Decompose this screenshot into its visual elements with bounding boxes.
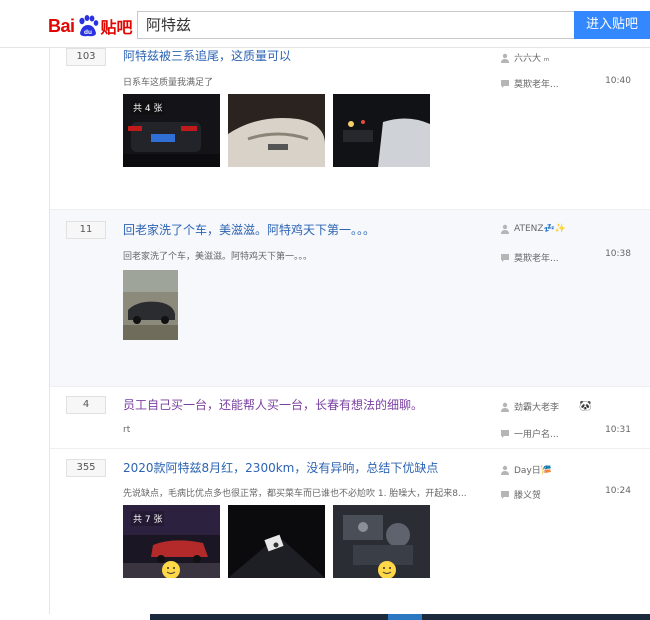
- reply-count-badge: 4: [66, 396, 106, 414]
- thread-row: 11 回老家洗了个车，美滋滋。阿特鸡天下第一。。。 ATENZ💤✨ 回老家洗了个…: [50, 210, 650, 387]
- thread-list: 103 阿特兹被三系追尾，这质量可以 六六大 ₘ 日系车这质量我满足了 莫欺老年…: [49, 48, 650, 614]
- thread-row: 355 2020款阿特兹8月红，2300km，没有异响，总结下优缺点 Day日🎏…: [50, 449, 650, 614]
- last-reply-name: 莫欺老年...: [514, 80, 559, 90]
- thread-image[interactable]: 共 7 张: [123, 505, 220, 578]
- thread-image[interactable]: [333, 505, 430, 578]
- last-reply-user[interactable]: 莫欺老年...: [500, 77, 559, 90]
- thread-title[interactable]: 回老家洗了个车，美滋滋。阿特鸡天下第一。。。: [123, 221, 375, 238]
- thread-title[interactable]: 2020款阿特兹8月红，2300km，没有异响，总结下优缺点: [123, 459, 438, 476]
- last-reply-name: 莫欺老年...: [514, 254, 559, 264]
- enter-tieba-button[interactable]: 进入贴吧: [574, 11, 650, 39]
- logo-text-bai: Bai: [48, 15, 75, 36]
- thread-image[interactable]: 共 4 张: [123, 94, 220, 167]
- user-icon: [500, 402, 510, 412]
- thread-abstract: rt: [123, 425, 131, 435]
- thread-abstract: 先说缺点，毛病比优点多也很正常，都买菜车而已谁也不必尬吹 1. 胎噪大，开起来8…: [123, 489, 467, 499]
- last-reply-name: 一用户名...: [514, 430, 559, 440]
- thread-title[interactable]: 阿特兹被三系追尾，这质量可以: [123, 47, 291, 64]
- level-badge-icon: 🐼: [579, 401, 592, 412]
- search-input[interactable]: 阿特兹: [137, 11, 574, 39]
- thread-author[interactable]: 劲霸大老李 🐼: [500, 400, 591, 413]
- comment-icon: [500, 79, 510, 89]
- comment-icon: [500, 429, 510, 439]
- thread-row: 103 阿特兹被三系追尾，这质量可以 六六大 ₘ 日系车这质量我满足了 莫欺老年…: [50, 48, 650, 210]
- thread-abstract: 回老家洗了个车，美滋滋。阿特鸡天下第一。。。: [123, 252, 313, 262]
- thread-image[interactable]: [123, 270, 178, 340]
- comment-icon: [500, 253, 510, 263]
- user-icon: [500, 53, 510, 63]
- reply-count-badge: 355: [66, 459, 106, 477]
- bottom-bar-segment: [388, 614, 422, 620]
- reply-time: 10:38: [605, 249, 631, 259]
- thread-author[interactable]: 六六大 ₘ: [500, 51, 549, 64]
- last-reply-user[interactable]: 滕义贺: [500, 488, 541, 501]
- thread-title[interactable]: 员工自己买一台，还能帮人买一台，长春有想法的细聊。: [123, 396, 423, 413]
- author-name: ATENZ💤✨: [514, 224, 566, 234]
- thread-author[interactable]: ATENZ💤✨: [500, 224, 566, 234]
- reply-time: 10:31: [605, 425, 631, 435]
- thread-image[interactable]: [228, 505, 325, 578]
- logo-text-du: du: [84, 29, 92, 36]
- top-header: Bai du 贴吧 阿特兹 进入贴吧: [0, 0, 650, 48]
- user-icon: [500, 465, 510, 475]
- logo-text-tieba: 贴吧: [100, 18, 133, 37]
- emoji-sticker-icon: [162, 561, 180, 578]
- thread-row: 4 员工自己买一台，还能帮人买一台，长春有想法的细聊。 劲霸大老李 🐼 rt 一…: [50, 387, 650, 449]
- thread-author[interactable]: Day日🎏: [500, 463, 552, 476]
- last-reply-name: 滕义贺: [514, 491, 542, 501]
- author-name: 劲霸大老李: [514, 403, 560, 413]
- reply-time: 10:24: [605, 486, 631, 496]
- last-reply-user[interactable]: 一用户名...: [500, 427, 559, 440]
- thread-abstract: 日系车这质量我满足了: [123, 78, 214, 88]
- emoji-sticker-icon: [378, 561, 396, 578]
- user-icon: [500, 224, 510, 234]
- reply-count-badge: 103: [66, 48, 106, 66]
- author-name: 六六大 ₘ: [514, 54, 550, 64]
- reply-time: 10:40: [605, 76, 631, 86]
- image-count-label: 共 4 张: [131, 100, 165, 115]
- thread-image[interactable]: [333, 94, 430, 167]
- comment-icon: [500, 490, 510, 500]
- author-name: Day日🎏: [514, 466, 552, 476]
- image-count-label: 共 7 张: [131, 511, 165, 526]
- baidu-tieba-logo[interactable]: Bai du 贴吧: [48, 12, 133, 40]
- reply-count-badge: 11: [66, 221, 106, 239]
- paw-icon: du: [76, 14, 100, 38]
- bottom-bar: [150, 614, 650, 620]
- thread-image[interactable]: [228, 94, 325, 167]
- last-reply-user[interactable]: 莫欺老年...: [500, 251, 559, 264]
